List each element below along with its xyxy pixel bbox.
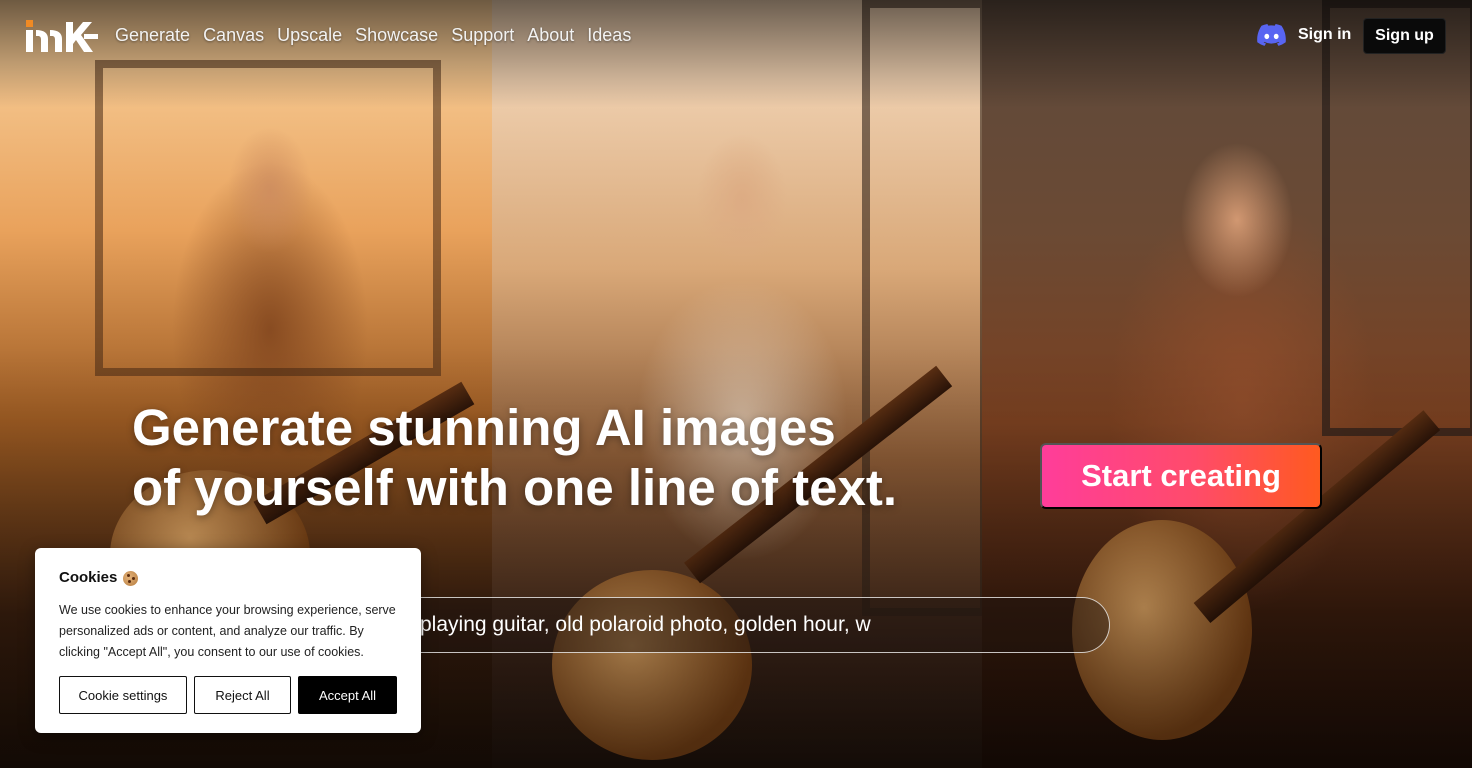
headline-line-2: of yourself with one line of text. <box>132 459 898 516</box>
nav-upscale[interactable]: Upscale <box>277 24 342 46</box>
cookie-dialog-body: We use cookies to enhance your browsing … <box>59 603 396 659</box>
nav-canvas[interactable]: Canvas <box>203 24 264 46</box>
nav-ideas[interactable]: Ideas <box>587 24 631 46</box>
cookie-consent-dialog: Cookies We use cookies to enhance your b… <box>35 548 421 733</box>
headline-line-1: Generate stunning AI images <box>132 399 836 456</box>
cookie-settings-button[interactable]: Cookie settings <box>59 676 187 714</box>
cookie-title-text: Cookies <box>59 569 118 586</box>
cookie-dialog-title: Cookies <box>59 569 139 587</box>
nav-generate[interactable]: Generate <box>115 24 190 46</box>
reject-all-button[interactable]: Reject All <box>194 676 291 714</box>
accept-all-button[interactable]: Accept All <box>298 676 397 714</box>
top-navbar: Generate Canvas Upscale Showcase Support… <box>0 0 1472 70</box>
hero-headline: Generate stunning AI images of yourself … <box>132 398 992 518</box>
main-nav: Generate Canvas Upscale Showcase Support… <box>115 24 631 46</box>
logo-icon[interactable] <box>26 20 98 52</box>
sign-up-button[interactable]: Sign up <box>1363 18 1446 54</box>
discord-icon[interactable] <box>1257 24 1286 46</box>
nav-support[interactable]: Support <box>451 24 514 46</box>
nav-about[interactable]: About <box>527 24 574 46</box>
start-creating-button[interactable]: Start creating <box>1040 443 1322 509</box>
cookie-icon <box>123 570 139 586</box>
sign-in-link[interactable]: Sign in <box>1298 25 1351 45</box>
prompt-input-text: playing guitar, old polaroid photo, gold… <box>420 613 871 636</box>
nav-showcase[interactable]: Showcase <box>355 24 438 46</box>
